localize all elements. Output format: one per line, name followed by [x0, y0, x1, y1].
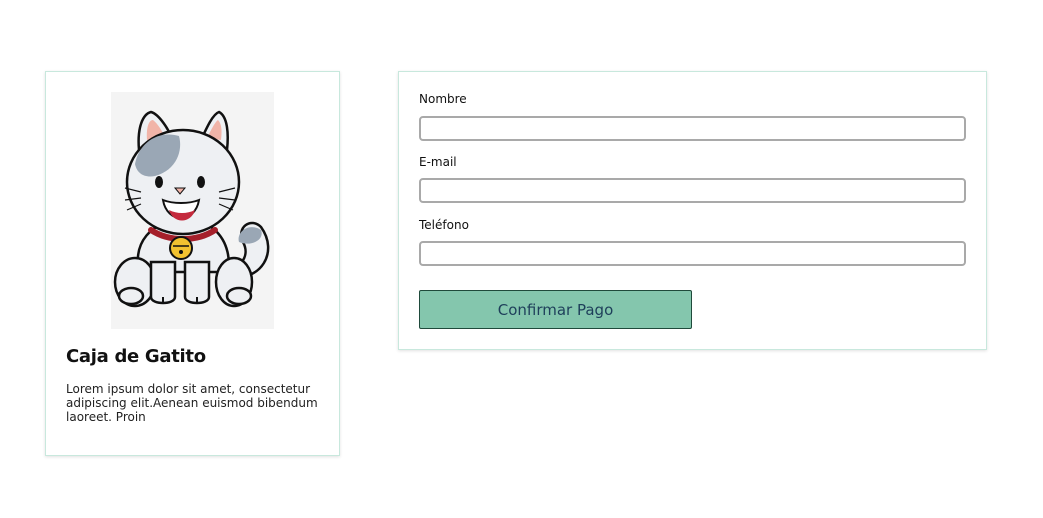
product-image [111, 92, 274, 329]
product-description: Lorem ipsum dolor sit amet, consectetur … [66, 382, 318, 424]
product-card: Caja de Gatito Lorem ipsum dolor sit ame… [45, 71, 340, 456]
email-label: E-mail [419, 155, 457, 169]
name-input[interactable] [419, 116, 966, 141]
phone-input[interactable] [419, 241, 966, 266]
product-title: Caja de Gatito [66, 346, 206, 367]
payment-form: Nombre E-mail Teléfono Confirmar Pago [398, 71, 987, 350]
email-input[interactable] [419, 178, 966, 203]
confirm-payment-button[interactable]: Confirmar Pago [419, 290, 692, 329]
phone-label: Teléfono [419, 218, 469, 232]
name-label: Nombre [419, 92, 467, 106]
cat-illustration [113, 110, 270, 308]
